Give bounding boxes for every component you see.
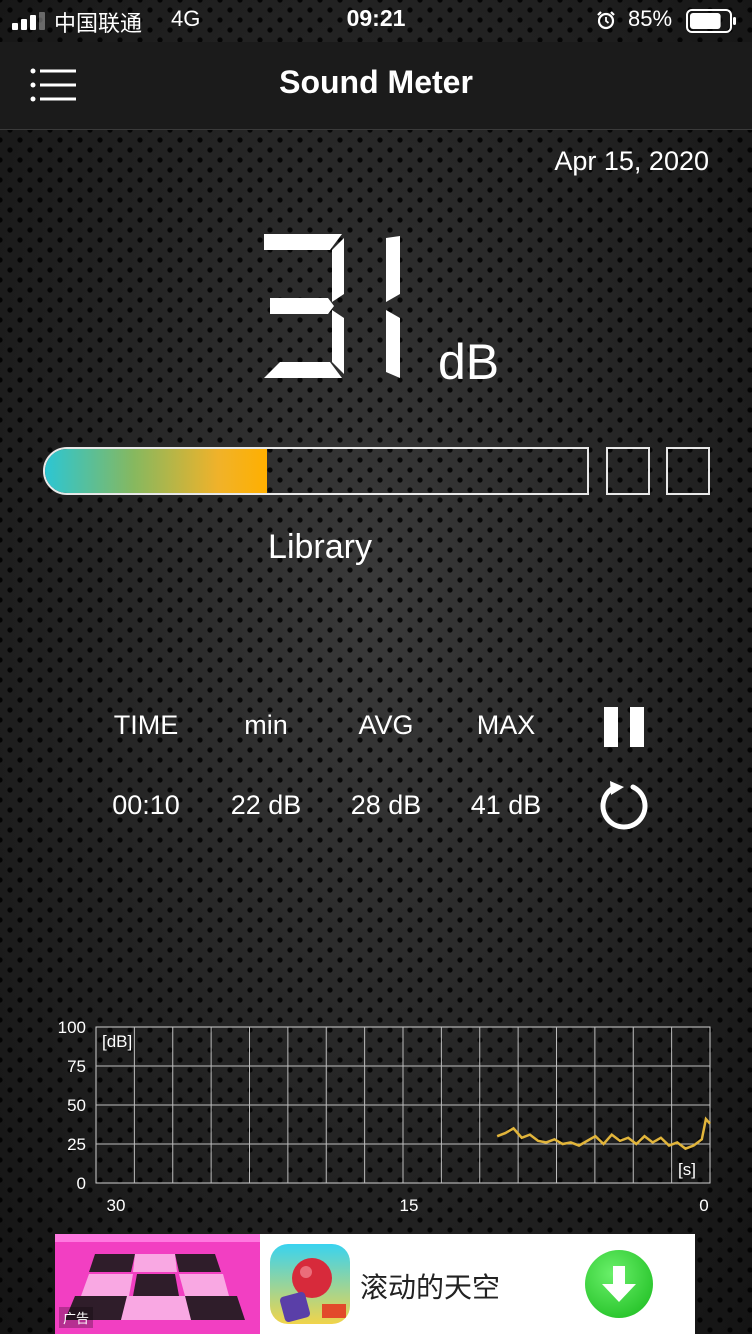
alarm-icon	[597, 11, 615, 30]
ad-tag: 广告	[59, 1307, 94, 1328]
pause-icon	[604, 707, 618, 747]
y-tick-label: 75	[67, 1057, 86, 1076]
y-tick-label: 50	[67, 1096, 86, 1115]
battery-percentage: 85%	[628, 6, 673, 31]
environment-label: Library	[268, 528, 372, 566]
time-value: 00:10	[112, 790, 180, 820]
graph-xlabel: [s]	[678, 1160, 696, 1179]
nav-bar: Sound Meter	[0, 42, 752, 130]
graph-ylabel: [dB]	[102, 1032, 132, 1051]
download-button[interactable]	[585, 1250, 653, 1318]
sound-level-graph: [dB] [s] 100 75 50 25 0 30 15 0	[58, 1018, 711, 1215]
x-tick-label: 15	[400, 1196, 419, 1215]
max-value: 41 dB	[470, 790, 542, 820]
download-icon	[602, 1266, 636, 1302]
max-label: MAX	[476, 710, 536, 740]
level-bar-fill	[45, 449, 268, 493]
level-indicator-box	[606, 447, 650, 495]
min-label: min	[244, 710, 288, 740]
x-tick-label: 0	[699, 1196, 708, 1215]
level-digits	[264, 234, 400, 378]
y-tick-label: 0	[77, 1174, 86, 1193]
graph-grid	[95, 1026, 711, 1184]
page-title: Sound Meter	[279, 64, 473, 100]
min-value: 22 dB	[230, 790, 302, 820]
ad-title: 滚动的天空	[360, 1272, 501, 1303]
y-tick-label: 25	[67, 1135, 86, 1154]
avg-label: AVG	[358, 710, 414, 740]
time-label: TIME	[113, 710, 179, 740]
pause-button[interactable]	[604, 707, 644, 747]
battery-icon	[686, 9, 736, 33]
level-bar	[43, 447, 589, 495]
date-label: Apr 15, 2020	[554, 146, 709, 176]
x-tick-label: 30	[107, 1196, 126, 1215]
level-indicator-box	[666, 447, 710, 495]
status-bar: 中国联通 4G 09:21 85%	[0, 0, 752, 42]
app-icon[interactable]	[270, 1244, 350, 1324]
reset-button[interactable]	[596, 778, 652, 834]
reset-icon	[600, 781, 648, 830]
level-unit: dB	[438, 334, 500, 390]
y-tick-label: 100	[58, 1018, 86, 1037]
ad-image[interactable]: 广告	[55, 1234, 260, 1334]
ad-banner[interactable]: 广告 滚动的天空	[55, 1234, 695, 1334]
avg-value: 28 dB	[350, 790, 422, 820]
